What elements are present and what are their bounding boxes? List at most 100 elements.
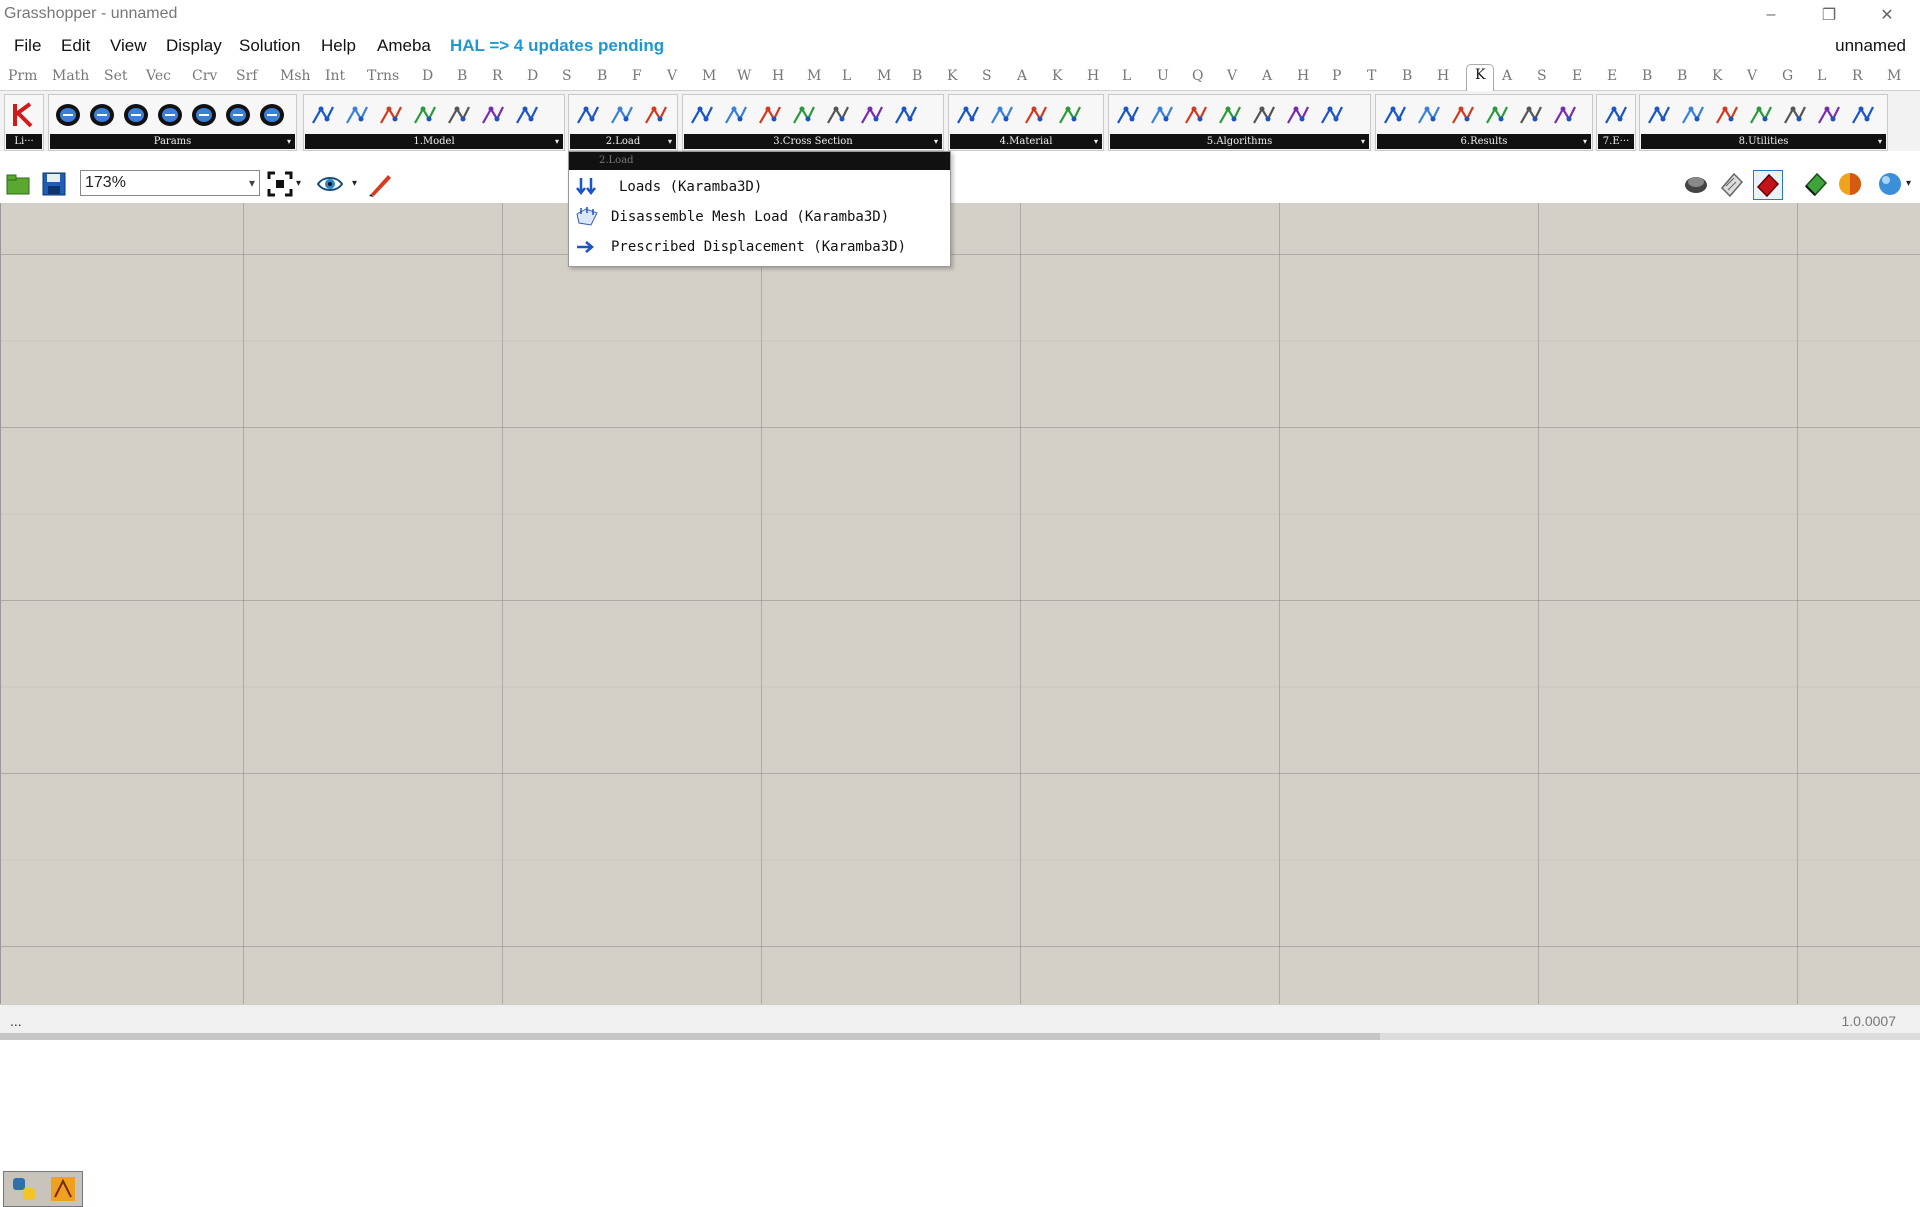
reaction-forces-icon[interactable] (1482, 100, 1512, 130)
disassemble-material-icon[interactable] (1055, 100, 1085, 130)
ribbon-panel-label[interactable]: 8.Utilities ▾ (1641, 134, 1886, 149)
tab-k-24[interactable]: K (947, 68, 957, 84)
line-mesh-intersection-icon[interactable] (1848, 100, 1878, 130)
param-load-icon[interactable] (189, 100, 219, 130)
dropdown-item-prescribed-displacement[interactable]: Prescribed Displacement (Karamba3D) (569, 232, 950, 262)
tab-int-7[interactable]: Int (325, 68, 345, 84)
ribbon-panel-label[interactable]: 7.E··· (1598, 134, 1634, 149)
open-file-icon[interactable] (4, 170, 32, 198)
tab-m-51[interactable]: M (1887, 68, 1901, 84)
beam-view-icon[interactable] (1448, 100, 1478, 130)
analyze-th-ii-icon[interactable] (1147, 100, 1177, 130)
tab-q-31[interactable]: Q (1192, 68, 1203, 84)
tab-r-50[interactable]: R (1852, 68, 1863, 84)
export-icon[interactable] (1601, 100, 1631, 130)
disassemble-cs-icon[interactable] (891, 100, 921, 130)
tab-t-36[interactable]: T (1367, 68, 1376, 84)
tab-a-40[interactable]: A (1502, 68, 1512, 84)
tab-l-49[interactable]: L (1817, 68, 1826, 84)
preview-eye-icon[interactable] (316, 170, 344, 198)
cross-section-selector-icon[interactable] (755, 100, 785, 130)
tab-s-13[interactable]: S (562, 68, 572, 84)
tab-vec-3[interactable]: Vec (146, 68, 171, 84)
tab-h-38[interactable]: H (1437, 68, 1449, 84)
panel-expand-icon[interactable]: ▾ (287, 134, 291, 149)
tab-b-45[interactable]: B (1677, 68, 1687, 84)
tab-a-33[interactable]: A (1262, 68, 1272, 84)
natural-vibrations-icon[interactable] (1317, 100, 1347, 130)
panel-expand-icon[interactable]: ▾ (934, 134, 938, 149)
mesh-to-shell-icon[interactable] (376, 100, 406, 130)
model-view-icon[interactable] (1380, 100, 1410, 130)
menu-view[interactable]: View (110, 36, 147, 56)
tab-b-23[interactable]: B (912, 68, 922, 84)
tab-v-16[interactable]: V (667, 68, 677, 84)
tab-srf-5[interactable]: Srf (236, 68, 257, 84)
param-material-icon[interactable] (257, 100, 287, 130)
render-menu-icon[interactable]: ▾ (1906, 178, 1916, 206)
menu-solution[interactable]: Solution (239, 36, 300, 56)
index-to-element-icon[interactable] (410, 100, 440, 130)
menu-file[interactable]: File (14, 36, 41, 56)
tab-k-27[interactable]: K (1052, 68, 1062, 84)
tab-m-17[interactable]: M (702, 68, 716, 84)
cross-section-range-icon[interactable] (721, 100, 751, 130)
element-felting-icon[interactable] (1814, 100, 1844, 130)
remove-duplicate-lines-icon[interactable] (1746, 100, 1776, 130)
sketch-pen-icon[interactable] (366, 170, 394, 198)
hal-updates-link[interactable]: HAL => 4 updates pending (450, 36, 664, 56)
analyze-nonlinear-icon[interactable] (1181, 100, 1211, 130)
ribbon-panel-label[interactable]: 3.Cross Section ▾ (684, 134, 942, 149)
menu-help[interactable]: Help (321, 36, 356, 56)
dropdown-item-loads[interactable]: Loads (Karamba3D) (569, 172, 950, 202)
preview-shaded-icon[interactable] (1753, 170, 1783, 200)
loads-icon[interactable] (573, 100, 603, 130)
karamba-logo-icon[interactable] (9, 100, 39, 130)
menu-ameba[interactable]: Ameba (377, 36, 431, 56)
minimize-button[interactable]: – (1742, 0, 1800, 30)
preview-material-icon[interactable] (1836, 170, 1864, 198)
tab-g-48[interactable]: G (1782, 68, 1793, 84)
cross-section-matcher-icon[interactable] (857, 100, 887, 130)
tab-e-43[interactable]: E (1607, 68, 1617, 84)
tab-l-21[interactable]: L (842, 68, 851, 84)
menu-display[interactable]: Display (166, 36, 222, 56)
preview-wireframe-icon[interactable] (1682, 170, 1710, 198)
line-line-intersection-icon[interactable] (1678, 100, 1708, 130)
render-sphere-icon[interactable] (1876, 170, 1904, 198)
param-element-icon[interactable] (155, 100, 185, 130)
param-cross-section-icon[interactable] (223, 100, 253, 130)
tab-m-20[interactable]: M (807, 68, 821, 84)
panel-expand-icon[interactable]: ▾ (1361, 134, 1365, 149)
tab-f-15[interactable]: F (632, 68, 642, 84)
restore-button[interactable]: ❐ (1800, 0, 1858, 30)
deformation-energy-icon[interactable] (1516, 100, 1546, 130)
panel-expand-icon[interactable]: ▾ (668, 134, 672, 149)
dropdown-item-mesh-load[interactable]: Disassemble Mesh Load (Karamba3D) (569, 202, 950, 232)
tab-a-26[interactable]: A (1017, 68, 1027, 84)
mesh-load-icon[interactable] (607, 100, 637, 130)
ribbon-panel-label[interactable]: Li··· (6, 134, 42, 149)
tab-set-2[interactable]: Set (104, 68, 128, 84)
tab-d-9[interactable]: D (422, 68, 433, 84)
nearest-neighbor-icon[interactable] (1712, 100, 1742, 130)
tab-prm-0[interactable]: Prm (8, 68, 37, 84)
cross-section-icon[interactable] (687, 100, 717, 130)
beam-joint-icon[interactable] (789, 100, 819, 130)
zoom-dropdown[interactable]: 173% ▾ (80, 170, 260, 196)
tab-v-47[interactable]: V (1747, 68, 1757, 84)
zoom-extents-menu-icon[interactable]: ▾ (296, 178, 306, 206)
tab-b-44[interactable]: B (1642, 68, 1652, 84)
ladybug-icon[interactable] (49, 1175, 77, 1203)
line-to-beam-icon[interactable] (308, 100, 338, 130)
utilization-icon[interactable] (1550, 100, 1580, 130)
panel-expand-icon[interactable]: ▾ (555, 134, 559, 149)
eccentricity-icon[interactable] (823, 100, 853, 130)
ribbon-panel-label[interactable]: 2.Load ▾ (570, 134, 676, 149)
panel-expand-icon[interactable]: ▾ (1878, 134, 1882, 149)
support-icon[interactable] (444, 100, 474, 130)
tab-k-46[interactable]: K (1712, 68, 1722, 84)
detect-collisions-icon[interactable] (1780, 100, 1810, 130)
param-model-icon[interactable] (53, 100, 83, 130)
material-properties-icon[interactable] (953, 100, 983, 130)
